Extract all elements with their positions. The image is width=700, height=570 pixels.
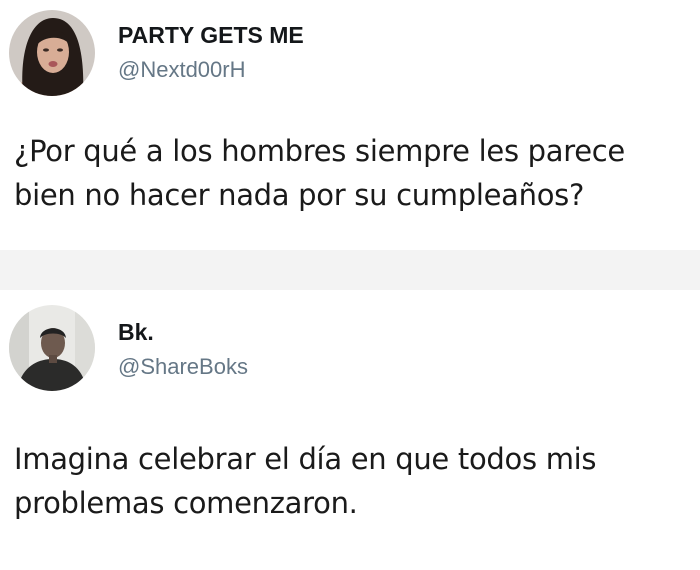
tweet-separator — [0, 250, 700, 290]
user-handle[interactable]: @ShareBoks — [118, 354, 248, 380]
man-portrait-avatar-icon — [9, 305, 95, 391]
avatar[interactable] — [9, 305, 95, 391]
tweet-text: ¿Por qué a los hombres siempre les parec… — [14, 129, 694, 217]
tweet-screenshot-collage: PARTY GETS ME @Nextd00rH ¿Por qué a los … — [0, 0, 700, 570]
tweet-text-line: problemas comenzaron. — [14, 486, 358, 520]
tweet-text-line: ¿Por qué a los hombres siempre les parec… — [14, 134, 625, 168]
display-name[interactable]: PARTY GETS ME — [118, 22, 304, 49]
tweet-text-line: Imagina celebrar el día en que todos mis — [14, 442, 597, 476]
user-handle[interactable]: @Nextd00rH — [118, 57, 246, 83]
tweet-text-line: bien no hacer nada por su cumpleaños? — [14, 178, 585, 212]
tweet-card-reply: Bk. @ShareBoks Imagina celebrar el día e… — [0, 290, 700, 570]
tweet-card-original: PARTY GETS ME @Nextd00rH ¿Por qué a los … — [0, 0, 700, 250]
display-name[interactable]: Bk. — [118, 319, 154, 346]
woman-portrait-avatar-icon — [9, 10, 95, 96]
avatar[interactable] — [9, 10, 95, 96]
tweet-text: Imagina celebrar el día en que todos mis… — [14, 437, 694, 525]
